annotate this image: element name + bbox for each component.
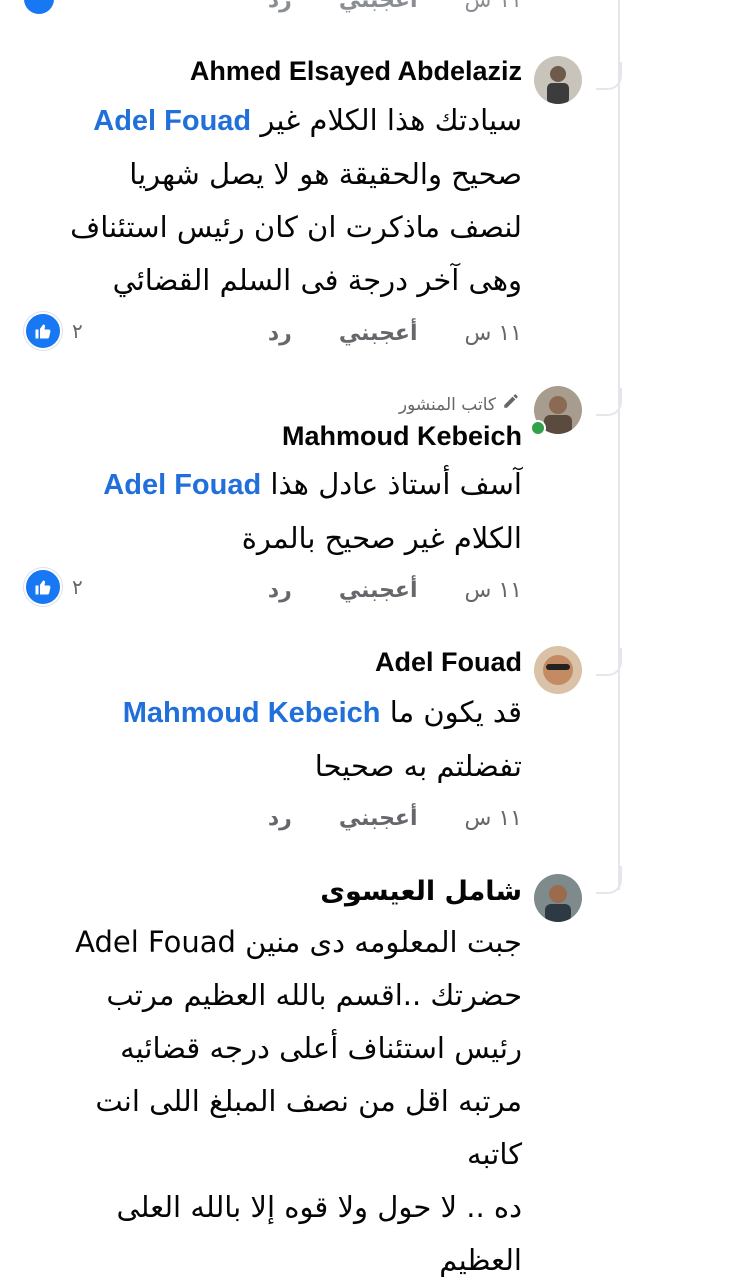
comment-line: تفضلتم به صحيحا bbox=[314, 749, 522, 783]
reply-link[interactable]: رد bbox=[268, 0, 292, 13]
comment-time[interactable]: ١١ س bbox=[465, 0, 523, 13]
like-link[interactable]: أعجبني bbox=[339, 0, 418, 13]
comment-time[interactable]: ١١ س bbox=[465, 578, 523, 603]
mention-text[interactable]: Adel Fouad bbox=[75, 925, 236, 959]
avatar[interactable] bbox=[534, 874, 582, 922]
comment-author[interactable]: Adel Fouad bbox=[375, 647, 522, 678]
reaction-summary[interactable]: ٢ bbox=[24, 568, 83, 606]
comment-line: حضرتك ..اقسم بالله العظيم مرتب bbox=[106, 978, 522, 1012]
author-badge: كاتب المنشور bbox=[399, 392, 520, 415]
comment-actions: ١١ س أعجبني رد bbox=[228, 578, 522, 603]
comment-time[interactable]: ١١ س bbox=[465, 806, 523, 831]
comment-actions: ١١ س أعجبني رد bbox=[228, 806, 522, 831]
comment-line: لنصف ماذكرت ان كان رئيس استئناف bbox=[70, 210, 522, 244]
reply-button[interactable]: رد bbox=[268, 806, 292, 831]
avatar[interactable] bbox=[534, 646, 582, 694]
comment-line: سيادتك هذا الكلام غير Adel Fouad bbox=[93, 103, 522, 137]
mention-link[interactable]: Mahmoud Kebeich bbox=[123, 697, 381, 729]
like-icon bbox=[24, 312, 62, 350]
avatar[interactable] bbox=[534, 56, 582, 104]
comment-line: ده .. لا حول ولا قوه إلا بالله العلى bbox=[116, 1190, 522, 1224]
thread-line bbox=[618, 0, 620, 890]
comment-body: جبت المعلومه دى منين Adel Fouad حضرتك ..… bbox=[42, 916, 522, 1287]
comment-line: العظيم bbox=[439, 1243, 522, 1277]
mention-link[interactable]: Adel Fouad bbox=[93, 105, 251, 137]
comment-line: قد يكون ما Mahmoud Kebeich bbox=[122, 695, 522, 729]
comment-line: جبت المعلومه دى منين Adel Fouad bbox=[75, 925, 522, 959]
comment-body: آسف أستاذ عادل هذا Adel Fouad الكلام غير… bbox=[52, 458, 522, 565]
reaction-count: ٢ bbox=[72, 319, 83, 343]
comment-author[interactable]: Ahmed Elsayed Abdelaziz bbox=[190, 56, 522, 87]
comment-line: آسف أستاذ عادل هذا Adel Fouad bbox=[103, 467, 522, 501]
mention-link[interactable]: Adel Fouad bbox=[103, 469, 261, 501]
comment-line: الكلام غير صحيح بالمرة bbox=[241, 521, 522, 555]
author-badge-label: كاتب المنشور bbox=[398, 395, 496, 415]
reply-button[interactable]: رد bbox=[268, 321, 292, 346]
like-reaction-icon bbox=[24, 0, 54, 14]
comment-body: سيادتك هذا الكلام غير Adel Fouad صحيح وا… bbox=[52, 94, 522, 307]
comment-author[interactable]: شامل العيسوى bbox=[320, 876, 522, 907]
online-status-indicator bbox=[530, 420, 546, 436]
pencil-icon bbox=[502, 392, 520, 415]
reaction-count: ٢ bbox=[72, 575, 83, 599]
like-button[interactable]: أعجبني bbox=[339, 806, 418, 831]
comment-line: وهى آخر درجة فى السلم القضائي bbox=[112, 263, 522, 297]
comment-actions: ١١ س أعجبني رد bbox=[228, 321, 522, 346]
comment-line: صحيح والحقيقة هو لا يصل شهريا bbox=[129, 157, 522, 191]
like-button[interactable]: أعجبني bbox=[339, 578, 418, 603]
comment-line: رئيس استئناف أعلى درجه قضائيه bbox=[120, 1031, 522, 1065]
reaction-summary[interactable]: ٢ bbox=[24, 312, 83, 350]
like-icon bbox=[24, 568, 62, 606]
comment-actions-partial: ١١ س أعجبني رد bbox=[228, 0, 522, 13]
reply-button[interactable]: رد bbox=[268, 578, 292, 603]
comment-body: قد يكون ما Mahmoud Kebeich تفضلتم به صحي… bbox=[52, 686, 522, 793]
comment-line: مرتبه اقل من نصف المبلغ اللى انت كاتبه bbox=[95, 1084, 522, 1171]
like-button[interactable]: أعجبني bbox=[339, 321, 418, 346]
comment-time[interactable]: ١١ س bbox=[465, 321, 523, 346]
comment-author[interactable]: Mahmoud Kebeich bbox=[282, 421, 522, 452]
